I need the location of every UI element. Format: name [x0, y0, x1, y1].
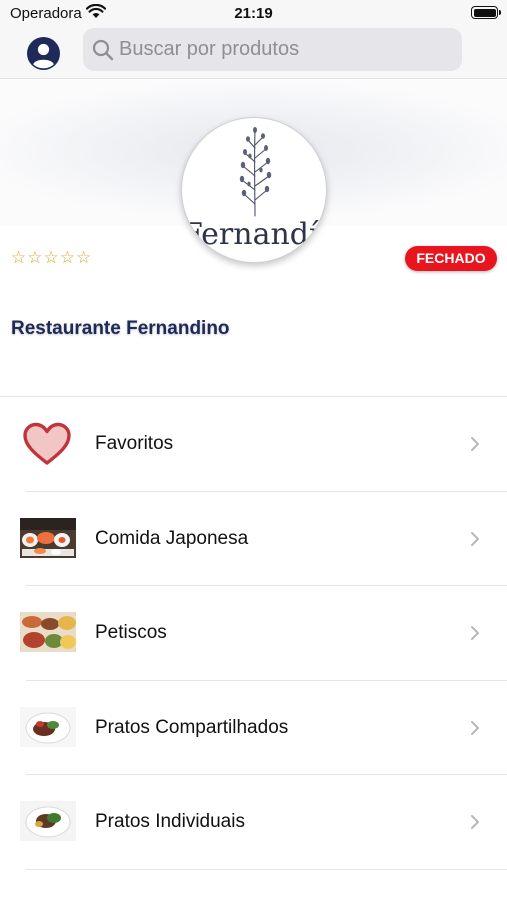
rating-stars: ☆☆☆☆☆: [11, 248, 93, 267]
logo-text: Fernandíno: [182, 217, 326, 252]
search-icon: [92, 39, 114, 61]
category-label: Comida Japonesa: [95, 527, 249, 549]
heart-icon: [23, 422, 71, 465]
list-item-favoritos[interactable]: Favoritos: [0, 397, 507, 492]
chevron-right-icon: [471, 626, 479, 641]
restaurant-name: Restaurante Fernandino: [11, 318, 230, 339]
category-list: Favoritos Comida Japonesa Petiscos Prato…: [0, 397, 507, 870]
sushi-photo: [20, 517, 76, 558]
category-label: Pratos Compartilhados: [95, 716, 289, 738]
list-item-pratos-compartilhados[interactable]: Pratos Compartilhados: [0, 681, 507, 776]
snacks-photo: [20, 612, 76, 653]
chevron-right-icon: [471, 720, 479, 735]
clock: 21:19: [234, 5, 273, 22]
individual-dish-photo: [20, 801, 76, 842]
shared-dish-photo: [20, 706, 76, 747]
chevron-right-icon: [471, 437, 479, 451]
chevron-right-icon: [471, 815, 479, 830]
category-label: Petiscos: [95, 622, 167, 644]
status-bar: Operadora 21:19: [0, 0, 507, 28]
search-field[interactable]: [83, 28, 462, 71]
chevron-right-icon: [471, 531, 479, 546]
search-input[interactable]: [119, 28, 454, 71]
battery-icon: [471, 6, 501, 19]
category-label: Pratos Individuais: [95, 811, 245, 833]
list-item-comida-japonesa[interactable]: Comida Japonesa: [0, 492, 507, 587]
category-label: Favoritos: [95, 433, 174, 454]
list-item-petiscos[interactable]: Petiscos: [0, 586, 507, 681]
account-icon[interactable]: [27, 37, 60, 70]
status-badge: FECHADO: [405, 246, 497, 271]
nav-bar: [0, 28, 507, 79]
restaurant-logo: Fernandíno: [181, 117, 327, 263]
herb-sprig-icon: [239, 127, 272, 217]
list-item-pratos-individuais[interactable]: Pratos Individuais: [0, 775, 507, 870]
